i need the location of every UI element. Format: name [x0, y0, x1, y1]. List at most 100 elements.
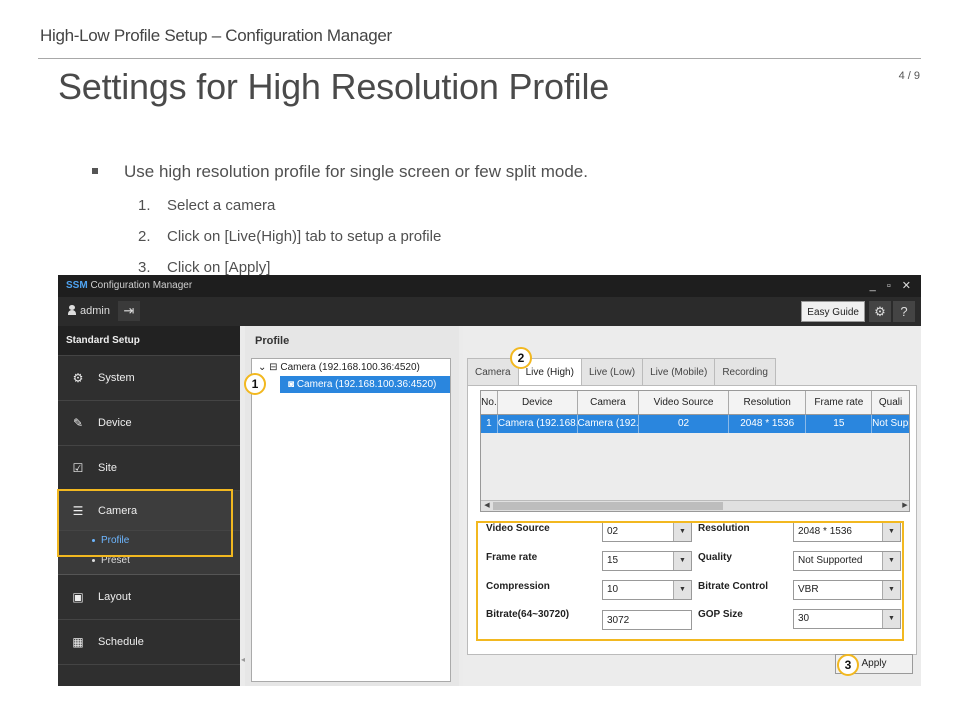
- compression-select[interactable]: 10 ▼: [602, 580, 692, 600]
- tab-live-mobile[interactable]: Live (Mobile): [642, 358, 716, 386]
- window-controls[interactable]: _ ▫ ✕: [870, 275, 915, 297]
- select-value: Not Supported: [798, 555, 863, 566]
- user-icon: [68, 305, 76, 315]
- camera-icon: ◙: [288, 379, 295, 390]
- compression-label: Compression: [486, 581, 550, 592]
- select-value: 15: [607, 555, 619, 566]
- col-header[interactable]: Camera: [578, 391, 640, 414]
- col-header[interactable]: Quali: [872, 391, 909, 414]
- select-value: VBR: [798, 584, 819, 595]
- easy-guide-button[interactable]: Easy Guide: [801, 301, 865, 322]
- sidebar-item-label: Device: [98, 417, 132, 429]
- subitem-label: Preset: [101, 555, 130, 566]
- table-cell: 15: [806, 415, 873, 433]
- sidebar-item-system[interactable]: ⚙ System: [58, 356, 240, 401]
- camera-tree: ⌄ ⊟ Camera (192.168.100.36:4520) ◙ Camer…: [251, 358, 451, 682]
- table-cell: 02: [639, 415, 729, 433]
- sidebar-item-label: Site: [98, 462, 117, 474]
- step-number: 1.: [138, 197, 151, 214]
- chevron-down-icon: ▼: [882, 552, 900, 570]
- window-titlebar: SSM Configuration Manager _ ▫ ✕: [58, 275, 921, 297]
- bullet-dot-icon: [92, 538, 95, 542]
- bitrate-control-select[interactable]: VBR ▼: [793, 580, 901, 600]
- col-header[interactable]: No.: [481, 391, 498, 414]
- col-header[interactable]: Frame rate: [806, 391, 873, 414]
- subitem-label: Profile: [101, 535, 130, 546]
- system-gear-icon: ⚙: [72, 371, 84, 385]
- col-header[interactable]: Device: [498, 391, 578, 414]
- sidebar-item-schedule[interactable]: ▦ Schedule: [58, 620, 240, 665]
- sidebar-item-label: Schedule: [98, 636, 144, 648]
- step-item: 1. Select a camera: [138, 196, 441, 227]
- resolution-label: Resolution: [698, 523, 750, 534]
- select-value: 2048 * 1536: [798, 526, 852, 537]
- window-title: Configuration Manager: [87, 280, 193, 291]
- video-source-label: Video Source: [486, 523, 550, 534]
- tree-node-camera[interactable]: ◙ Camera (192.168.100.36:4520): [280, 376, 450, 393]
- sidebar: Standard Setup ⚙ System ✎ Device ☑ Site ☰ Ca…: [58, 326, 240, 686]
- tab-recording[interactable]: Recording: [714, 358, 776, 386]
- bullet-point: Use high resolution profile for single s…: [92, 162, 588, 182]
- settings-button[interactable]: ⚙: [869, 301, 891, 322]
- sidebar-item-camera[interactable]: ☰ Camera: [58, 491, 240, 531]
- scroll-right-icon[interactable]: ▶: [900, 501, 909, 511]
- user-name: admin: [80, 305, 110, 317]
- quality-label: Quality: [698, 552, 732, 563]
- slide-title: Settings for High Resolution Profile: [58, 66, 610, 107]
- step-item: 2. Click on [Live(High)] tab to setup a p…: [138, 227, 441, 258]
- chevron-down-icon: ▼: [882, 523, 900, 541]
- bullet-dot-icon: [92, 558, 95, 562]
- bitrate-control-label: Bitrate Control: [698, 581, 768, 592]
- config-manager-window: SSM Configuration Manager _ ▫ ✕ admin ⇥ …: [58, 275, 921, 686]
- camera-group-icon: ⊟: [269, 362, 278, 373]
- tree-node-label: Camera (192.168.100.36:4520): [296, 379, 437, 390]
- site-check-icon: ☑: [72, 461, 84, 475]
- chevron-down-icon: ▼: [882, 581, 900, 599]
- scroll-thumb[interactable]: [493, 502, 723, 510]
- chevron-down-icon: ▼: [673, 552, 691, 570]
- quality-select[interactable]: Not Supported ▼: [793, 551, 901, 571]
- col-header[interactable]: Resolution: [729, 391, 807, 414]
- bitrate-label: Bitrate(64~30720): [486, 609, 570, 620]
- sidebar-item-layout[interactable]: ▣ Layout: [58, 575, 240, 620]
- user-indicator: admin: [68, 304, 110, 317]
- horizontal-scrollbar[interactable]: ◀ ▶: [481, 500, 909, 511]
- tree-node-parent[interactable]: ⌄ ⊟ Camera (192.168.100.36:4520): [252, 359, 450, 376]
- callout-2: 2: [510, 347, 532, 369]
- table-row[interactable]: 1 Camera (192.168. Camera (192.1 02 2048…: [481, 415, 909, 433]
- step-text: Select a camera: [167, 197, 276, 214]
- bullet-square-icon: [92, 167, 98, 174]
- callout-3: 3: [837, 654, 859, 676]
- grid-header: No. Device Camera Video Source Resolutio…: [481, 391, 909, 415]
- sidebar-item-site[interactable]: ☑ Site: [58, 446, 240, 491]
- bullet-text: Use high resolution profile for single s…: [124, 162, 588, 181]
- profile-settings-form: Video Source 02 ▼ Resolution 2048 * 1536 ▼…: [480, 519, 910, 641]
- frame-rate-select[interactable]: 15 ▼: [602, 551, 692, 571]
- calendar-icon: ▦: [72, 635, 84, 649]
- sidebar-subitem-preset[interactable]: Preset: [58, 551, 240, 571]
- sidebar-item-device[interactable]: ✎ Device: [58, 401, 240, 446]
- profile-header: Profile: [255, 335, 290, 347]
- col-header[interactable]: Video Source: [639, 391, 729, 414]
- logout-icon: ⇥: [123, 303, 135, 318]
- frame-rate-label: Frame rate: [486, 552, 538, 563]
- video-source-select[interactable]: 02 ▼: [602, 522, 692, 542]
- sidebar-item-label: System: [98, 372, 135, 384]
- help-button[interactable]: ?: [893, 301, 915, 322]
- tab-live-low[interactable]: Live (Low): [580, 358, 644, 386]
- tab-content: No. Device Camera Video Source Resolutio…: [467, 385, 917, 655]
- step-number: 2.: [138, 228, 151, 245]
- bitrate-input[interactable]: 3072: [602, 610, 692, 630]
- chevron-down-icon[interactable]: ⌄: [258, 362, 266, 373]
- sidebar-subitem-profile[interactable]: Profile: [58, 531, 240, 551]
- scroll-left-icon[interactable]: ◀: [482, 501, 492, 511]
- select-value: 10: [607, 584, 619, 595]
- profile-grid: No. Device Camera Video Source Resolutio…: [480, 390, 910, 512]
- tree-node-label: Camera (192.168.100.36:4520): [280, 362, 420, 373]
- resolution-select[interactable]: 2048 * 1536 ▼: [793, 522, 901, 542]
- gop-size-select[interactable]: 30 ▼: [793, 609, 901, 629]
- select-value: 30: [798, 613, 810, 624]
- gear-icon: ⚙: [874, 304, 886, 319]
- logout-button[interactable]: ⇥: [118, 301, 140, 321]
- device-icon: ✎: [72, 416, 84, 430]
